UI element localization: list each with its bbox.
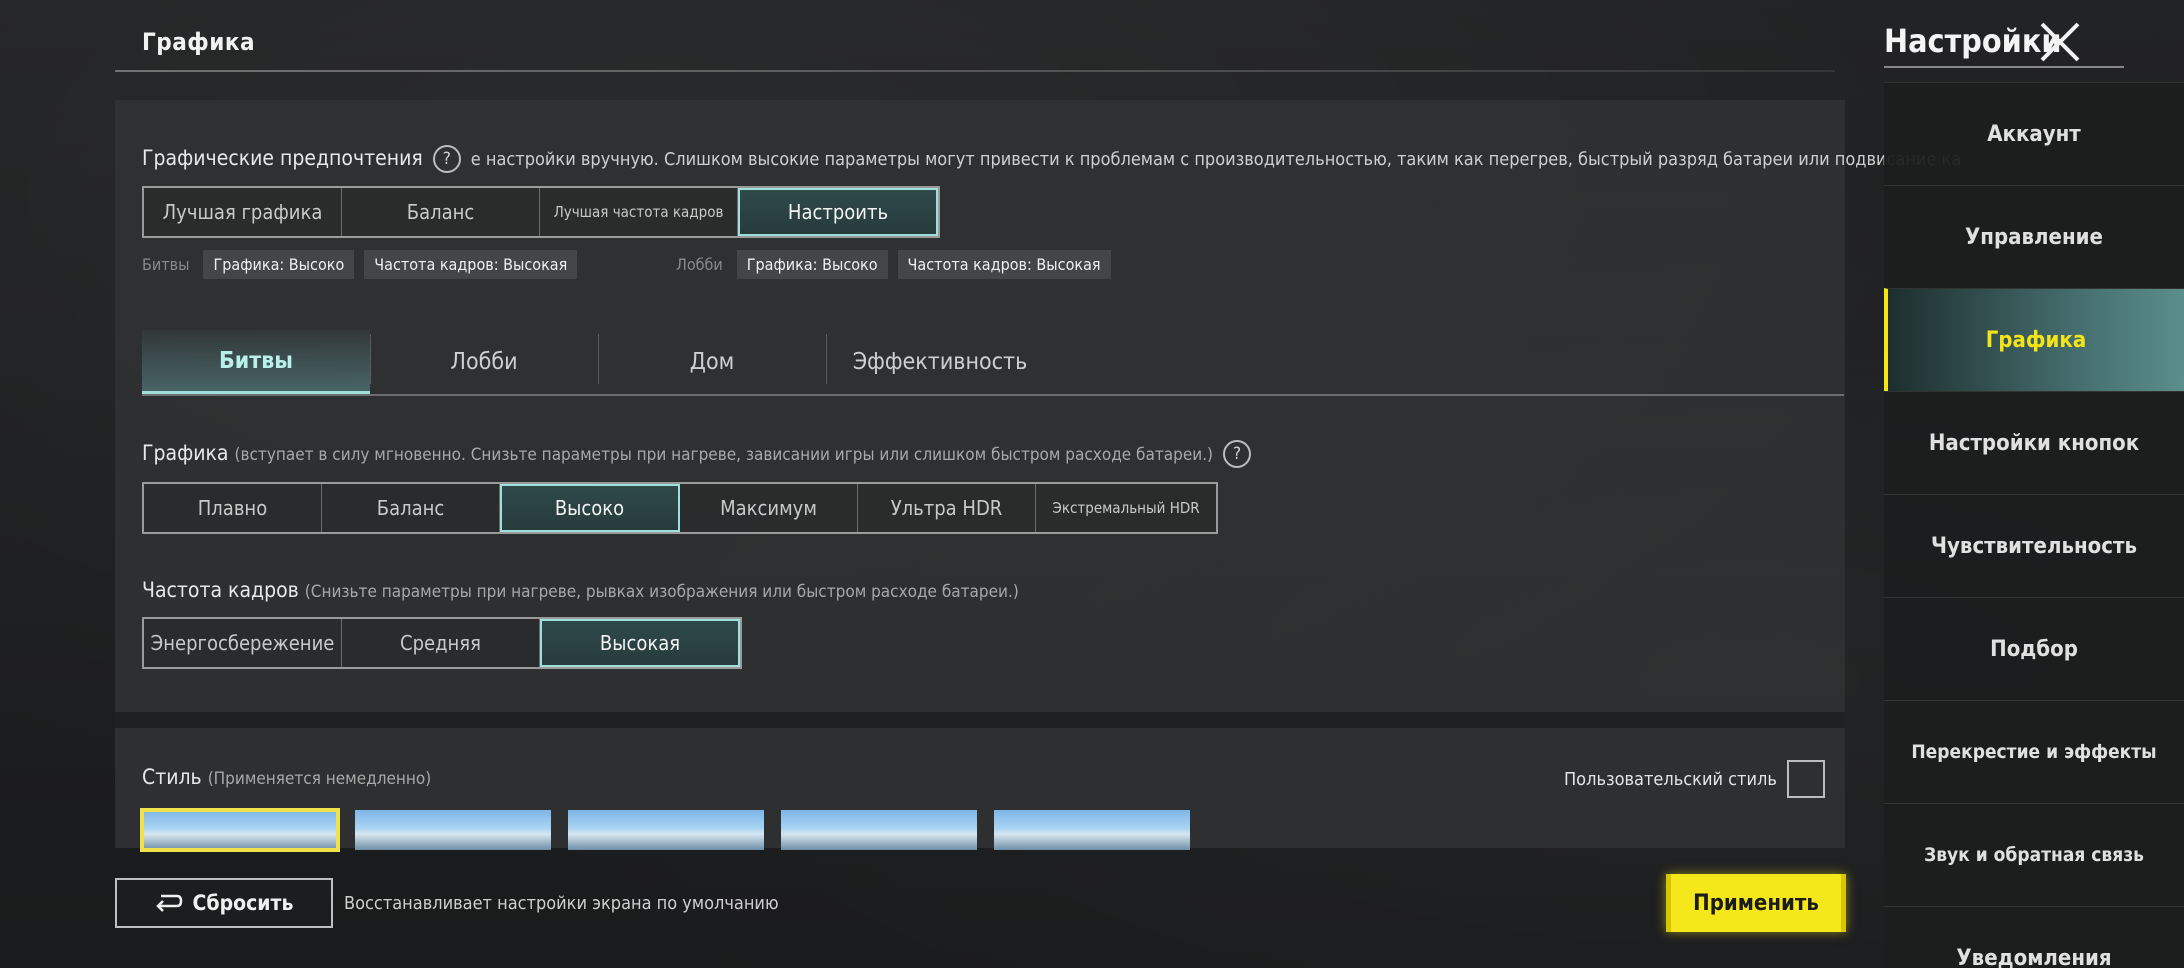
mode-tabs: Битвы Лобби Дом Эффективность — [142, 330, 1844, 396]
reset-label: Сбросить — [192, 891, 294, 915]
close-button[interactable] — [2036, 18, 2084, 66]
style-header: Стиль (Применяется немедленно) — [142, 765, 431, 789]
graphics-title: Графика — [142, 441, 229, 465]
sidebar-item-controls[interactable]: Управление — [1884, 185, 2184, 288]
battles-status: Битвы Графика: Высоко Частота кадров: Вы… — [142, 250, 578, 279]
style-hint: (Применяется немедленно) — [207, 769, 432, 789]
settings-title: Настройки — [1884, 22, 2062, 60]
battles-status-label: Битвы — [142, 255, 190, 274]
panel-separator — [115, 712, 1845, 728]
framerate-option-medium[interactable]: Средняя — [342, 619, 540, 667]
style-thumbnail[interactable] — [355, 810, 551, 850]
graphics-hint: (вступает в силу мгновенно. Снизьте пара… — [234, 445, 1214, 465]
style-thumbnail[interactable] — [568, 810, 764, 850]
apply-button[interactable]: Применить — [1666, 874, 1846, 932]
graphics-option-smooth[interactable]: Плавно — [144, 484, 322, 532]
sidebar-item-sound-feedback[interactable]: Звук и обратная связь — [1884, 803, 2184, 906]
framerate-header: Частота кадров (Снизьте параметры при на… — [142, 578, 1019, 602]
lobby-fps-chip: Частота кадров: Высокая — [897, 250, 1111, 279]
graphics-option-ultra-hdr[interactable]: Ультра HDR — [858, 484, 1036, 532]
graphics-option-high[interactable]: Высоко — [500, 484, 680, 532]
framerate-hint: (Снизьте параметры при нагреве, рывках и… — [304, 582, 1019, 602]
close-icon — [2040, 22, 2080, 62]
sidebar-item-button-settings[interactable]: Настройки кнопок — [1884, 391, 2184, 494]
prefs-description: е настройки вручную. Слишком высокие пар… — [470, 149, 1962, 170]
lobby-status: Лобби Графика: Высоко Частота кадров: Вы… — [676, 250, 1111, 279]
style-thumbnail[interactable] — [994, 810, 1190, 850]
prefs-option-custom[interactable]: Настроить — [738, 188, 938, 236]
graphics-option-extreme-hdr[interactable]: Экстремальный HDR — [1036, 484, 1216, 532]
prefs-option-best-graphics[interactable]: Лучшая графика — [144, 188, 342, 236]
help-icon[interactable]: ? — [432, 145, 461, 173]
sidebar-item-crosshair-effects[interactable]: Перекрестие и эффекты — [1884, 700, 2184, 803]
sidebar-item-graphics[interactable]: Графика — [1884, 288, 2184, 391]
prefs-selector: Лучшая графика Баланс Лучшая частота кад… — [142, 186, 940, 238]
help-icon[interactable]: ? — [1223, 440, 1252, 468]
sidebar-item-account[interactable]: Аккаунт — [1884, 82, 2184, 185]
graphics-option-max[interactable]: Максимум — [680, 484, 858, 532]
framerate-title: Частота кадров — [142, 578, 299, 602]
sidebar-item-sensitivity[interactable]: Чувствительность — [1884, 494, 2184, 597]
sidebar-item-notifications[interactable]: Уведомления — [1884, 906, 2184, 968]
custom-style-label: Пользовательский стиль — [1564, 768, 1777, 790]
tab-home[interactable]: Дом — [598, 330, 826, 394]
lobby-status-label: Лобби — [676, 255, 723, 274]
undo-icon — [155, 894, 182, 912]
prefs-header: Графические предпочтения ? е настройки в… — [142, 145, 1961, 173]
prefs-option-balance[interactable]: Баланс — [342, 188, 540, 236]
prefs-title: Графические предпочтения — [142, 146, 423, 170]
settings-underline — [1884, 66, 2124, 68]
battles-fps-chip: Частота кадров: Высокая — [364, 250, 578, 279]
sidebar-item-matchmaking[interactable]: Подбор — [1884, 597, 2184, 700]
battles-graphics-chip: Графика: Высоко — [203, 250, 355, 279]
tab-efficiency[interactable]: Эффективность — [826, 330, 1054, 394]
settings-sidebar: Аккаунт Управление Графика Настройки кно… — [1884, 82, 2184, 968]
graphics-quality-selector: Плавно Баланс Высоко Максимум Ультра HDR… — [142, 482, 1218, 534]
tab-battles[interactable]: Битвы — [142, 330, 370, 394]
style-thumbnail[interactable] — [781, 810, 977, 850]
custom-style-toggle: Пользовательский стиль — [1564, 760, 1825, 798]
graphics-option-balance[interactable]: Баланс — [322, 484, 500, 532]
reset-button[interactable]: Сбросить — [115, 878, 333, 928]
tab-lobby[interactable]: Лобби — [370, 330, 598, 394]
style-title: Стиль — [142, 765, 202, 789]
style-thumbnail[interactable] — [140, 808, 340, 852]
graphics-header: Графика (вступает в силу мгновенно. Сниз… — [142, 440, 1255, 468]
page-title: Графика — [142, 28, 256, 56]
reset-description: Восстанавливает настройки экрана по умол… — [344, 893, 779, 914]
framerate-option-power-saving[interactable]: Энергосбережение — [144, 619, 342, 667]
custom-style-checkbox[interactable] — [1786, 760, 1825, 798]
framerate-option-high[interactable]: Высокая — [540, 619, 740, 667]
header-divider — [115, 70, 1835, 72]
prefs-option-best-fps[interactable]: Лучшая частота кадров — [540, 188, 738, 236]
framerate-selector: Энергосбережение Средняя Высокая — [142, 617, 742, 669]
lobby-graphics-chip: Графика: Высоко — [736, 250, 888, 279]
